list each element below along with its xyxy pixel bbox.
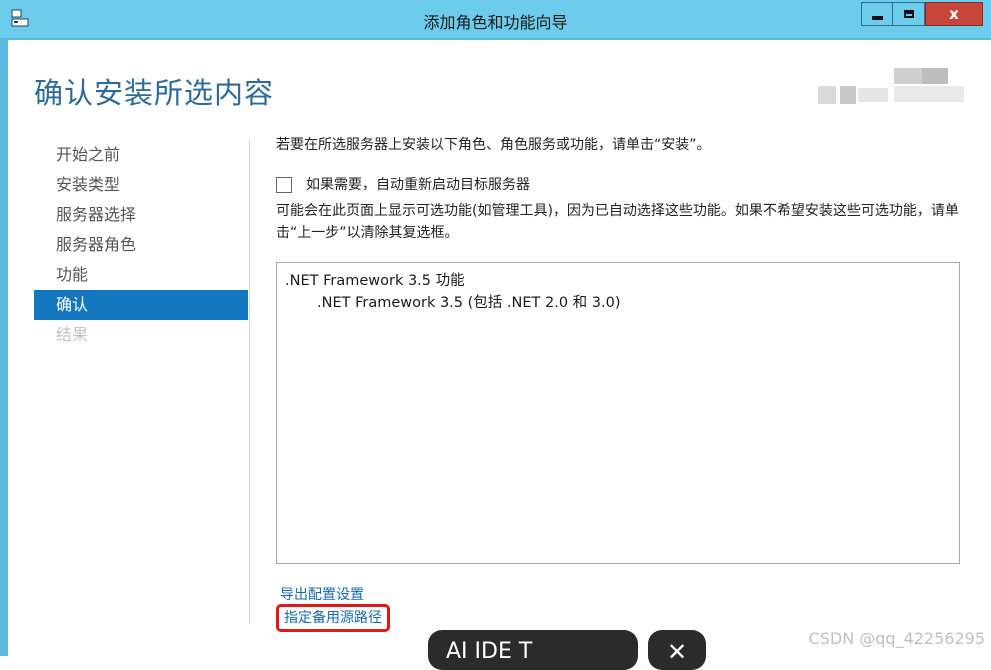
title-bar[interactable]: 添加角色和功能向导 x: [0, 0, 991, 38]
close-button[interactable]: x: [925, 2, 983, 26]
restart-option[interactable]: 如果需要，自动重新启动目标服务器: [276, 174, 530, 196]
close-icon: x: [949, 5, 959, 23]
restart-checkbox[interactable]: [276, 177, 292, 193]
nav-item-features[interactable]: 功能: [34, 260, 248, 290]
maximize-button[interactable]: [893, 2, 925, 26]
restart-checkbox-label[interactable]: 如果需要，自动重新启动目标服务器: [306, 174, 530, 196]
page-title: 确认安装所选内容: [34, 76, 275, 110]
export-configuration-link[interactable]: 导出配置设置: [280, 584, 364, 604]
nav-item-results: 结果: [56, 325, 89, 344]
nav-item-before-you-begin[interactable]: 开始之前: [34, 140, 248, 170]
confirmation-content: 若要在所选服务器上安装以下角色、角色服务或功能，请单击“安装”。 如果需要，自动…: [276, 134, 966, 632]
features-list[interactable]: .NET Framework 3.5 功能 .NET Framework 3.5…: [276, 262, 960, 564]
minimize-icon: [871, 16, 883, 20]
wizard-body: 确认安装所选内容 开始之前 安装类型 服务器选择 服务器角色 功能 确认 结果 …: [8, 40, 991, 656]
intro-text: 若要在所选服务器上安装以下角色、角色服务或功能，请单击“安装”。: [276, 137, 711, 153]
nav-item-server-selection[interactable]: 服务器选择: [34, 200, 248, 230]
nav-item-confirmation[interactable]: 确认: [34, 290, 248, 320]
minimize-button[interactable]: [861, 2, 893, 26]
window-controls: x: [861, 0, 991, 28]
watermark: CSDN @qq_42256295: [808, 629, 985, 648]
wizard-steps-nav: 开始之前 安装类型 服务器选择 服务器角色 功能 确认 结果: [34, 140, 248, 350]
nav-item-server-roles[interactable]: 服务器角色: [34, 230, 248, 260]
list-item: .NET Framework 3.5 功能: [285, 273, 465, 289]
maximize-icon: [903, 10, 914, 18]
wizard-window: 添加角色和功能向导 x 确认安装所选内容 开始之前 安装类型 服务器选择 服务器…: [0, 0, 991, 656]
window-title: 添加角色和功能向导: [423, 13, 568, 32]
floating-toolbar-button[interactable]: AI IDE T: [428, 630, 638, 670]
floating-close-button[interactable]: ✕: [648, 630, 706, 670]
destination-server-blurred: [818, 66, 968, 106]
nav-item-installation-type[interactable]: 安装类型: [34, 170, 248, 200]
nav-divider: [249, 140, 250, 624]
list-item: .NET Framework 3.5 (包括 .NET 2.0 和 3.0): [317, 295, 621, 311]
alternate-source-path-link[interactable]: 指定备用源路径: [276, 604, 390, 632]
optional-features-note: 可能会在此页面上显示可选功能(如管理工具)，因为已自动选择这些功能。如果不希望安…: [276, 203, 959, 241]
